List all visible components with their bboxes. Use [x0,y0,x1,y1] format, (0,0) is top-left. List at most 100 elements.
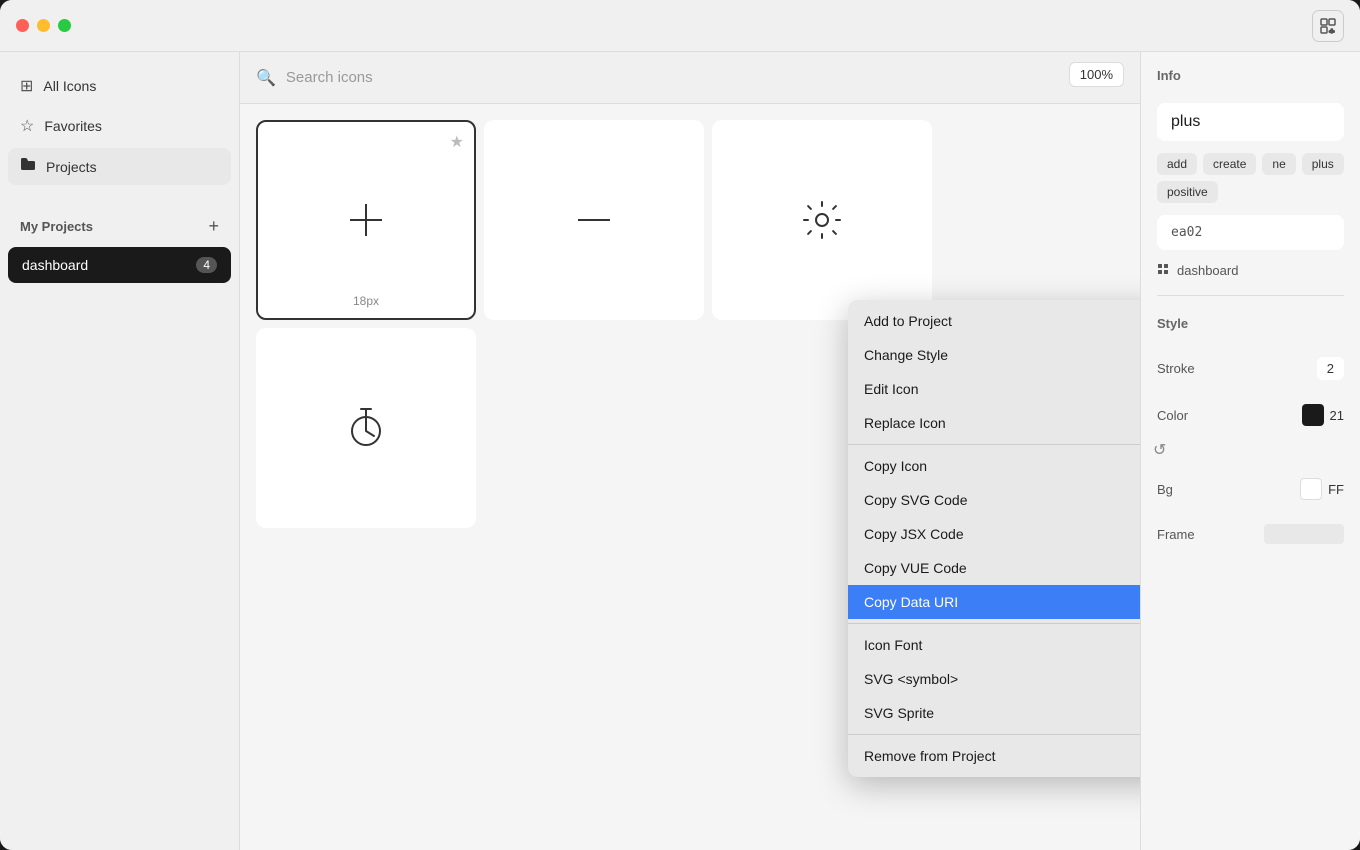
project-ref-label: dashboard [1177,263,1238,278]
tag-add: add [1157,153,1197,175]
menu-item-copy-data-uri-label: Copy Data URI [864,594,958,610]
color-swatch-row: 21 [1302,404,1344,426]
icon-code-display: ea02 [1157,215,1344,250]
star-icon: ☆ [20,116,34,136]
main-layout: ⊞ All Icons ☆ Favorites Projects My Proj… [0,52,1360,850]
menu-item-edit-icon-label: Edit Icon [864,381,918,397]
color-value: 21 [1330,408,1344,423]
icon-cell-timer[interactable] [256,328,476,528]
grid-icon: ⊞ [20,76,33,96]
sidebar-item-all-icons[interactable]: ⊞ All Icons [8,68,231,104]
menu-item-svg-sprite[interactable]: SVG Sprite › [848,696,1140,730]
icon-name-display: plus [1157,103,1344,141]
menu-item-copy-svg[interactable]: Copy SVG Code ⇧ ⌘ T [848,483,1140,517]
title-bar [0,0,1360,52]
stroke-label: Stroke [1157,361,1195,376]
project-item-dashboard-label: dashboard [22,257,88,273]
sidebar: ⊞ All Icons ☆ Favorites Projects My Proj… [0,52,240,850]
icon-cell-minus[interactable] [484,120,704,320]
bg-row: Bg FF [1157,472,1344,506]
bg-swatch-row: FF [1300,478,1344,500]
my-projects-label: My Projects [20,219,93,234]
menu-item-add-to-project-label: Add to Project [864,313,952,329]
project-ref-row: dashboard [1157,262,1344,279]
bg-value: FF [1328,482,1344,497]
search-bar: 🔍 100% [240,52,1140,104]
menu-item-copy-jsx[interactable]: Copy JSX Code ⇧ ⌘ J [848,517,1140,551]
info-title: Info [1157,68,1344,83]
minus-icon [570,196,618,244]
app-window: ⊞ All Icons ☆ Favorites Projects My Proj… [0,0,1360,850]
stroke-value: 2 [1317,357,1344,380]
add-project-button[interactable]: + [208,217,219,235]
sidebar-divider [8,189,231,205]
menu-item-copy-icon-label: Copy Icon [864,458,927,474]
refresh-icon[interactable]: ↺ [1153,440,1166,460]
frame-label: Frame [1157,527,1195,542]
color-swatch [1302,404,1324,426]
sidebar-item-projects[interactable]: Projects [8,148,231,185]
project-ref-icon [1157,262,1171,279]
refresh-row: ↺ [1153,440,1344,460]
menu-item-copy-svg-label: Copy SVG Code [864,492,968,508]
sidebar-item-favorites-label: Favorites [44,118,102,134]
menu-item-edit-icon[interactable]: Edit Icon [848,372,1140,406]
color-label: Color [1157,408,1188,423]
add-icon-button[interactable] [1312,10,1344,42]
menu-separator-3 [848,734,1140,735]
frame-row: Frame [1157,518,1344,550]
stroke-row: Stroke 2 [1157,351,1344,386]
maximize-button[interactable] [58,19,71,32]
icon-cell-plus-label: 18px [353,294,379,308]
style-title: Style [1157,316,1344,331]
menu-item-change-style[interactable]: Change Style › [848,338,1140,372]
menu-item-copy-vue-label: Copy VUE Code [864,560,967,576]
menu-item-icon-font-label: Icon Font [864,637,922,653]
menu-item-copy-icon[interactable]: Copy Icon ⌘ C [848,449,1140,483]
icon-cell-gear[interactable] [712,120,932,320]
gear-icon [798,196,846,244]
search-icon: 🔍 [256,68,276,88]
menu-item-copy-jsx-label: Copy JSX Code [864,526,964,542]
menu-item-remove-from-project[interactable]: Remove from Project [848,739,1140,773]
tag-positive: positive [1157,181,1218,203]
my-projects-header: My Projects + [8,209,231,243]
menu-item-copy-vue[interactable]: Copy VUE Code ⇧ ⌘ V [848,551,1140,585]
context-menu: Add to Project › Change Style › Edit Ico… [848,300,1140,777]
project-badge-dashboard: 4 [196,257,217,273]
content-area: 🔍 100% ★ 18px [240,52,1140,850]
menu-item-change-style-label: Change Style [864,347,948,363]
menu-item-add-to-project[interactable]: Add to Project › [848,304,1140,338]
menu-item-svg-sprite-label: SVG Sprite [864,705,934,721]
plus-icon [342,196,390,244]
tag-create: create [1203,153,1256,175]
tag-plus: plus [1302,153,1344,175]
sidebar-item-all-icons-label: All Icons [43,78,96,94]
sidebar-item-favorites[interactable]: ☆ Favorites [8,108,231,144]
tag-ne: ne [1262,153,1295,175]
panel-divider [1157,295,1344,296]
frame-swatch [1264,524,1344,544]
menu-separator-1 [848,444,1140,445]
sidebar-item-projects-label: Projects [46,159,97,175]
color-row: Color 21 [1157,398,1344,432]
menu-item-icon-font[interactable]: Icon Font › [848,628,1140,662]
bg-label: Bg [1157,482,1173,497]
right-panel: Info plus add create ne plus positive ea… [1140,52,1360,850]
menu-item-copy-data-uri[interactable]: Copy Data URI ⇧ ⌘ U [848,585,1140,619]
timer-icon [342,404,390,452]
project-item-dashboard[interactable]: dashboard 4 [8,247,231,283]
minimize-button[interactable] [37,19,50,32]
icon-cell-plus[interactable]: ★ 18px [256,120,476,320]
bg-swatch [1300,478,1322,500]
menu-item-replace-icon[interactable]: Replace Icon [848,406,1140,440]
menu-item-svg-symbol-label: SVG <symbol> [864,671,958,687]
menu-item-svg-symbol[interactable]: SVG <symbol> › [848,662,1140,696]
zoom-indicator: 100% [1069,62,1124,87]
star-favorite-icon[interactable]: ★ [450,132,464,152]
folder-icon [20,156,36,177]
menu-separator-2 [848,623,1140,624]
menu-item-replace-icon-label: Replace Icon [864,415,946,431]
search-input[interactable] [286,69,1124,86]
close-button[interactable] [16,19,29,32]
